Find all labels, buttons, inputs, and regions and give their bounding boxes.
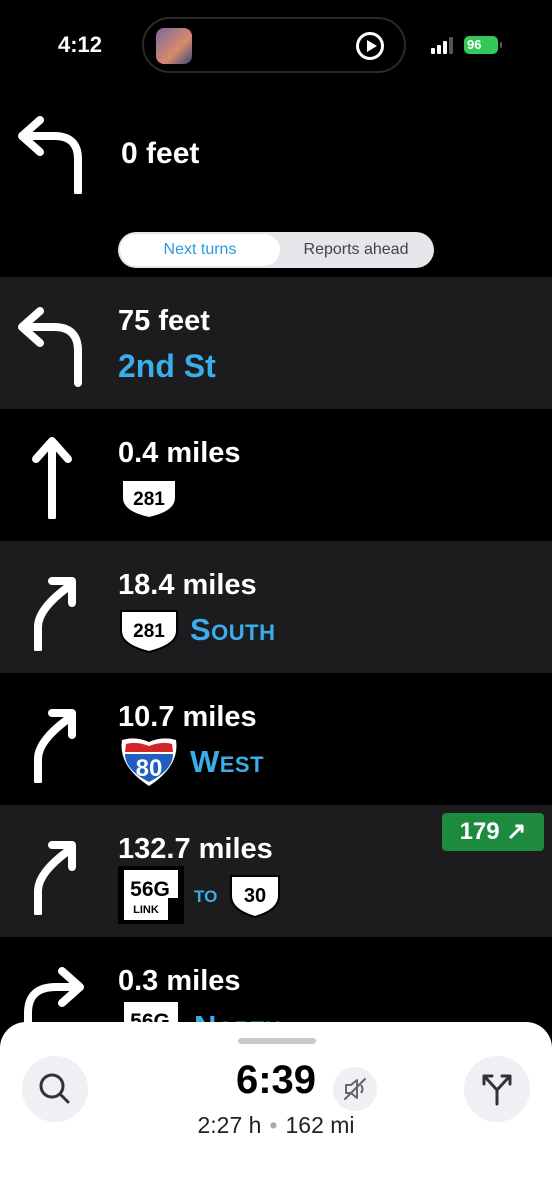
turn-road: 281 South xyxy=(118,605,276,655)
home-indicator-area xyxy=(0,1150,552,1200)
street-name: 2nd St xyxy=(118,347,216,384)
cellular-signal-icon xyxy=(431,36,459,54)
route-number: 80 xyxy=(136,755,163,782)
route-number: 56G xyxy=(130,878,170,901)
interstate-shield-icon: 80 xyxy=(121,738,177,786)
us-route-shield-icon: 281 xyxy=(121,479,177,520)
route-number: 30 xyxy=(244,885,266,907)
dynamic-island[interactable] xyxy=(142,17,406,73)
fork-route-icon xyxy=(482,1074,512,1106)
route-options-button[interactable] xyxy=(464,1056,530,1122)
turn-distance: 75 feet xyxy=(118,305,210,337)
us-route-shield-icon: 281 xyxy=(120,610,178,654)
trip-distance: 162 mi xyxy=(285,1112,355,1138)
turn-road: 80 West xyxy=(118,737,264,787)
current-distance: 0 feet xyxy=(121,137,200,170)
route-direction: South xyxy=(190,612,276,647)
status-time: 4:12 xyxy=(58,32,103,57)
turn-list: 75 feet 2nd St 0.4 miles 281 18.4 miles xyxy=(0,277,552,1069)
turn-row[interactable]: 0.4 miles 281 xyxy=(0,409,552,541)
turn-road: 281 xyxy=(118,473,180,523)
bear-right-icon xyxy=(34,565,76,651)
route-direction: West xyxy=(190,744,265,779)
us-route-shield-icon: 30 xyxy=(230,875,281,919)
route-number: 281 xyxy=(133,489,165,510)
state-route-shield-icon: 56G LINK xyxy=(118,866,184,924)
route-suffix: LINK xyxy=(133,904,159,916)
bear-right-icon xyxy=(34,829,76,915)
turn-distance: 18.4 miles xyxy=(118,569,257,601)
turn-left-icon xyxy=(18,116,82,194)
turn-road: 2nd St xyxy=(118,341,216,391)
turn-row[interactable]: 132.7 miles 56G LINK to 30 179 ↗ xyxy=(0,805,552,937)
mute-voice-button[interactable] xyxy=(333,1067,377,1111)
now-playing-artwork xyxy=(156,28,192,64)
turn-left-icon xyxy=(18,307,82,387)
exit-number-badge: 179 ↗ xyxy=(442,813,544,851)
turn-distance: 0.3 miles xyxy=(118,965,241,997)
tab-next-turns[interactable]: Next turns xyxy=(120,234,280,266)
turn-row[interactable]: 75 feet 2nd St xyxy=(0,277,552,409)
play-icon[interactable] xyxy=(356,32,384,60)
bear-right-icon xyxy=(34,697,76,783)
sheet-grabber[interactable] xyxy=(238,1038,316,1044)
route-number: 281 xyxy=(133,621,165,642)
turn-distance: 132.7 miles xyxy=(118,833,273,865)
turn-row[interactable]: 10.7 miles 80 West xyxy=(0,673,552,805)
turns-segmented-control: Next turns Reports ahead xyxy=(118,232,434,268)
sound-off-icon xyxy=(344,1078,366,1100)
tab-reports-ahead[interactable]: Reports ahead xyxy=(280,234,432,266)
turn-distance: 10.7 miles xyxy=(118,701,257,733)
straight-arrow-icon xyxy=(32,437,72,519)
turn-distance: 0.4 miles xyxy=(118,437,241,469)
status-bar: 4:12 96 xyxy=(0,0,552,90)
battery-indicator: 96 xyxy=(464,36,502,54)
turn-road: 56G LINK to 30 xyxy=(118,865,283,925)
trip-duration: 2:27 h xyxy=(197,1112,262,1138)
current-maneuver: 0 feet xyxy=(0,100,552,210)
turn-row[interactable]: 18.4 miles 281 South xyxy=(0,541,552,673)
connector-text: to xyxy=(194,881,218,908)
